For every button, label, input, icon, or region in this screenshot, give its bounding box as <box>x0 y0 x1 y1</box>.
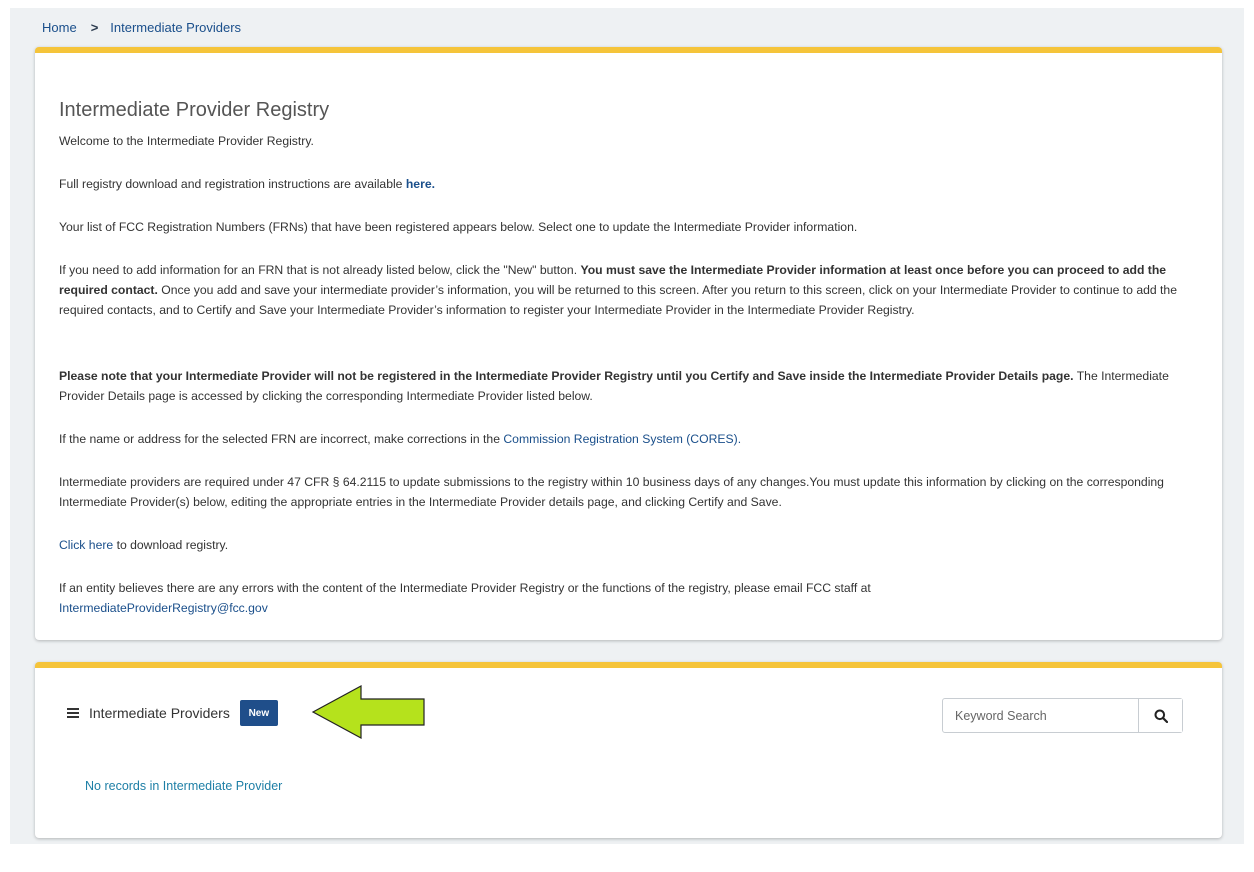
cores-link[interactable]: Commission Registration System (CORES). <box>503 432 741 446</box>
search-icon <box>1154 709 1168 723</box>
instructions-here-link[interactable]: here. <box>406 177 435 191</box>
empty-state-message: No records in Intermediate Provider <box>85 779 283 793</box>
download-registry-text: Click here to download registry. <box>59 535 1204 555</box>
menu-icon[interactable] <box>67 708 79 718</box>
frn-list-text: Your list of FCC Registration Numbers (F… <box>59 220 858 234</box>
page-title: Intermediate Provider Registry <box>59 99 330 121</box>
click-here-download-link[interactable]: Click here <box>59 538 113 552</box>
errors-text: If an entity believes there are any erro… <box>59 581 871 595</box>
providers-list-header: Intermediate Providers New <box>67 700 278 726</box>
download-instructions-prefix: Full registry download and registration … <box>59 177 406 191</box>
add-frn-text-1: If you need to add information for an FR… <box>59 263 581 277</box>
arrow-annotation-icon <box>311 684 425 740</box>
errors-contact-text: If an entity believes there are any erro… <box>59 578 1204 618</box>
breadcrumb-current-link[interactable]: Intermediate Providers <box>110 20 241 35</box>
contact-email-link[interactable]: IntermediateProviderRegistry@fcc.gov <box>59 601 268 615</box>
registration-note-bold: Please note that your Intermediate Provi… <box>59 369 1074 383</box>
download-instructions-text: Full registry download and registration … <box>59 174 1204 194</box>
keyword-search <box>942 698 1183 733</box>
search-input[interactable] <box>943 699 1138 732</box>
breadcrumb-home-link[interactable]: Home <box>42 20 77 35</box>
cores-prefix: If the name or address for the selected … <box>59 432 504 446</box>
welcome-text: Welcome to the Intermediate Provider Reg… <box>59 134 314 148</box>
registration-note: Please note that your Intermediate Provi… <box>59 366 1204 406</box>
new-provider-button[interactable]: New <box>239 700 278 726</box>
download-registry-suffix: to download registry. <box>113 538 229 552</box>
cores-text: If the name or address for the selected … <box>59 429 1204 449</box>
page-background: Home > Intermediate Providers Intermedia… <box>10 8 1244 844</box>
providers-list-card: Intermediate Providers New No records in… <box>35 662 1222 838</box>
breadcrumb-separator: > <box>90 20 99 35</box>
registry-info-card: Intermediate Provider Registry Welcome t… <box>35 47 1222 640</box>
providers-list-title: Intermediate Providers <box>89 705 230 721</box>
add-frn-text-2: Once you add and save your intermediate … <box>59 283 1177 317</box>
search-button[interactable] <box>1138 699 1182 732</box>
breadcrumb: Home > Intermediate Providers <box>42 20 241 35</box>
add-frn-instructions: If you need to add information for an FR… <box>59 260 1204 320</box>
cfr-requirement-text: Intermediate providers are required unde… <box>59 475 1164 509</box>
